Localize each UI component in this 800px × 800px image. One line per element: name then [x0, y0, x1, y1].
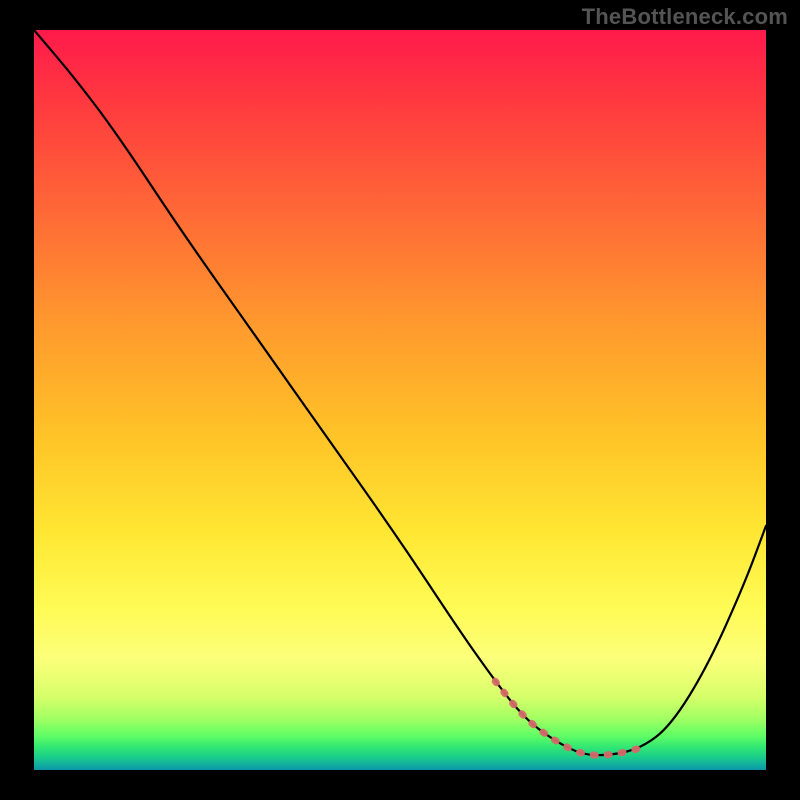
- optimal-zone-markers: [495, 681, 641, 755]
- plot-area: [34, 30, 766, 770]
- curve-svg: [34, 30, 766, 770]
- watermark-text: TheBottleneck.com: [582, 4, 788, 30]
- bottleneck-curve-path: [34, 30, 766, 755]
- chart-frame: TheBottleneck.com: [0, 0, 800, 800]
